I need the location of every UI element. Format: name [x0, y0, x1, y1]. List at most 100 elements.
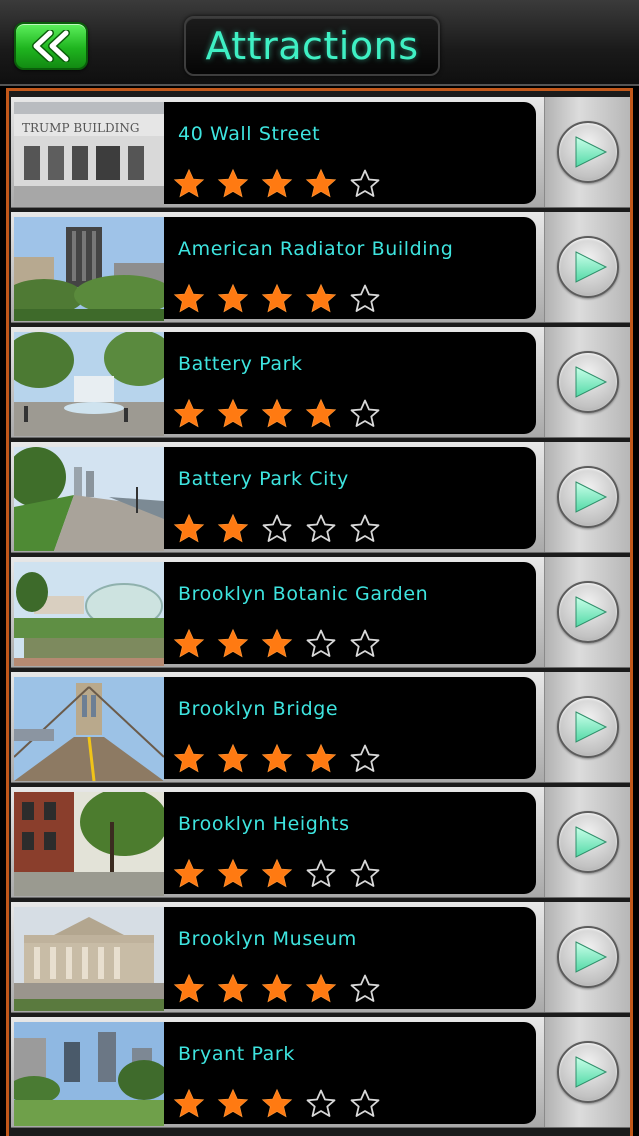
star-filled-icon [217, 168, 261, 200]
open-attraction-button[interactable] [544, 672, 630, 782]
list-item[interactable]: Brooklyn Museum [11, 902, 630, 1013]
attraction-info: Brooklyn Botanic Garden [164, 562, 536, 664]
star-filled-icon [305, 283, 349, 315]
star-filled-icon [261, 1088, 305, 1120]
attraction-name: Battery Park [178, 353, 303, 375]
attraction-thumbnail [14, 332, 164, 436]
star-filled-icon [261, 283, 305, 315]
attraction-thumbnail [14, 677, 164, 781]
star-rating [173, 513, 393, 545]
star-filled-icon [173, 858, 217, 890]
open-attraction-button[interactable] [544, 902, 630, 1012]
star-filled-icon [217, 628, 261, 660]
star-filled-icon [217, 398, 261, 430]
list-item[interactable]: Bryant Park [11, 1017, 630, 1128]
star-filled-icon [261, 628, 305, 660]
open-attraction-button[interactable] [544, 97, 630, 207]
star-empty-icon [349, 628, 393, 660]
attraction-info: Bryant Park [164, 1022, 536, 1124]
page-title: Attractions [205, 24, 419, 68]
play-arrow-icon [556, 926, 619, 988]
attraction-name: Brooklyn Botanic Garden [178, 583, 429, 605]
star-filled-icon [261, 858, 305, 890]
play-arrow-icon [556, 696, 619, 758]
attraction-info: American Radiator Building [164, 217, 536, 319]
play-arrow-icon [556, 351, 619, 413]
star-filled-icon [173, 628, 217, 660]
star-filled-icon [217, 1088, 261, 1120]
star-filled-icon [217, 973, 261, 1005]
star-filled-icon [173, 1088, 217, 1120]
list-item[interactable]: Brooklyn Heights [11, 787, 630, 898]
attraction-name: American Radiator Building [178, 238, 454, 260]
star-filled-icon [173, 168, 217, 200]
attraction-thumbnail [14, 907, 164, 1011]
star-empty-icon [349, 743, 393, 775]
open-attraction-button[interactable] [544, 327, 630, 437]
star-filled-icon [261, 743, 305, 775]
star-filled-icon [217, 858, 261, 890]
open-attraction-button[interactable] [544, 787, 630, 897]
back-button[interactable] [14, 22, 88, 70]
open-attraction-button[interactable] [544, 442, 630, 552]
star-empty-icon [349, 398, 393, 430]
star-empty-icon [305, 513, 349, 545]
list-item[interactable]: Battery Park City [11, 442, 630, 553]
star-rating [173, 973, 393, 1005]
star-empty-icon [305, 1088, 349, 1120]
star-empty-icon [349, 168, 393, 200]
star-filled-icon [173, 513, 217, 545]
title-panel: Attractions [184, 16, 440, 76]
double-chevron-left-icon [32, 30, 70, 62]
play-arrow-icon [556, 236, 619, 298]
open-attraction-button[interactable] [544, 557, 630, 667]
star-empty-icon [305, 628, 349, 660]
attraction-info: Brooklyn Bridge [164, 677, 536, 779]
open-attraction-button[interactable] [544, 1017, 630, 1127]
star-filled-icon [261, 973, 305, 1005]
list-item[interactable]: Brooklyn Botanic Garden [11, 557, 630, 668]
star-rating [173, 168, 393, 200]
star-filled-icon [261, 168, 305, 200]
attractions-list[interactable]: TRUMP BUILDING 40 Wall Street American Rad… [6, 88, 633, 1136]
play-arrow-icon [556, 121, 619, 183]
attraction-name: Battery Park City [178, 468, 349, 490]
attraction-thumbnail [14, 217, 164, 321]
star-rating [173, 1088, 393, 1120]
star-filled-icon [261, 398, 305, 430]
attraction-info: 40 Wall Street [164, 102, 536, 204]
star-empty-icon [349, 513, 393, 545]
attraction-info: Battery Park [164, 332, 536, 434]
play-arrow-icon [556, 466, 619, 528]
star-rating [173, 743, 393, 775]
star-rating [173, 628, 393, 660]
star-rating [173, 858, 393, 890]
star-filled-icon [173, 283, 217, 315]
star-filled-icon [173, 973, 217, 1005]
star-filled-icon [173, 743, 217, 775]
star-empty-icon [305, 858, 349, 890]
star-empty-icon [349, 858, 393, 890]
open-attraction-button[interactable] [544, 212, 630, 322]
attraction-thumbnail [14, 792, 164, 896]
star-filled-icon [305, 973, 349, 1005]
list-item[interactable]: TRUMP BUILDING 40 Wall Street [11, 97, 630, 208]
attraction-info: Battery Park City [164, 447, 536, 549]
attraction-name: Bryant Park [178, 1043, 295, 1065]
attraction-thumbnail [14, 562, 164, 666]
star-rating [173, 283, 393, 315]
star-filled-icon [305, 743, 349, 775]
attraction-name: Brooklyn Heights [178, 813, 350, 835]
attraction-name: Brooklyn Museum [178, 928, 357, 950]
svg-text:TRUMP BUILDING: TRUMP BUILDING [22, 121, 139, 135]
attraction-info: Brooklyn Heights [164, 792, 536, 894]
attraction-thumbnail [14, 447, 164, 551]
top-bar: Attractions [0, 0, 639, 86]
list-item[interactable]: Battery Park [11, 327, 630, 438]
star-empty-icon [349, 973, 393, 1005]
star-filled-icon [217, 743, 261, 775]
list-item[interactable]: Brooklyn Bridge [11, 672, 630, 783]
star-rating [173, 398, 393, 430]
play-arrow-icon [556, 581, 619, 643]
list-item[interactable]: American Radiator Building [11, 212, 630, 323]
